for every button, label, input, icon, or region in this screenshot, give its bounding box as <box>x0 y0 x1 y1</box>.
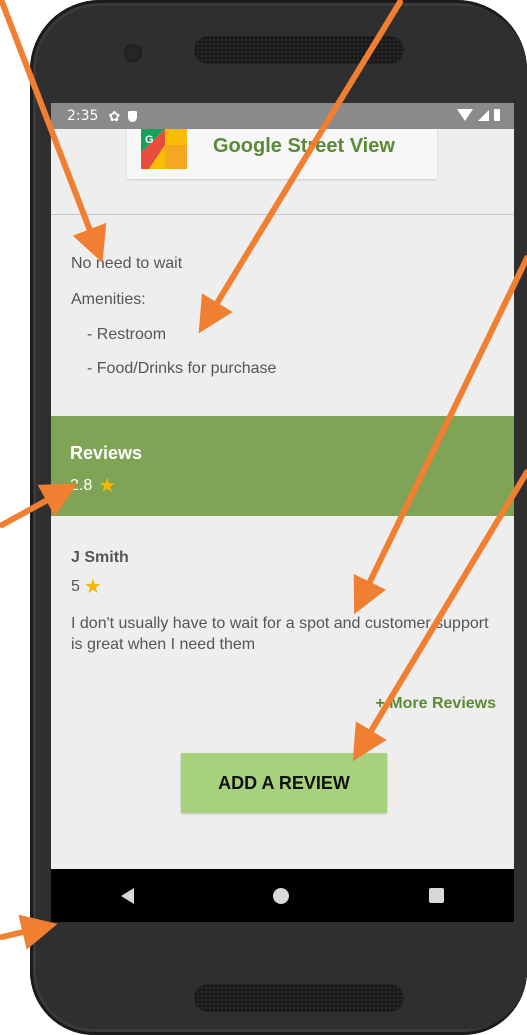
star-icon: ★ <box>98 475 117 497</box>
status-icons <box>457 109 500 121</box>
street-view-title: Google Street View <box>213 135 395 157</box>
section-divider <box>51 214 514 215</box>
status-bar: 2:35 ✿ <box>51 103 514 129</box>
battery-icon <box>494 109 500 121</box>
amenities-label: Amenities: <box>71 291 146 308</box>
wait-info: No need to wait <box>71 255 183 272</box>
status-time: 2:35 <box>67 108 99 124</box>
recent-apps-icon[interactable] <box>429 888 445 903</box>
front-camera <box>124 44 142 62</box>
review-author: J Smith <box>71 549 129 566</box>
bottom-speaker <box>194 984 404 1012</box>
add-review-button[interactable]: ADD A REVIEW <box>181 753 387 813</box>
street-view-card[interactable]: G Google Street View <box>127 129 437 179</box>
settings-gear-icon: ✿ <box>108 107 121 124</box>
phone-screen: 2:35 ✿ G Google Street View No need to w… <box>51 103 514 922</box>
wifi-icon <box>457 109 473 121</box>
star-icon: ★ <box>83 576 102 598</box>
review-score-value: 5 <box>71 578 80 595</box>
home-icon[interactable] <box>273 887 290 904</box>
more-reviews-link[interactable]: + More Reviews <box>376 695 497 713</box>
reviews-header: Reviews 2.8 ★ <box>51 416 514 516</box>
amenity-item: - Food/Drinks for purchase <box>87 360 277 377</box>
street-view-logo-icon: G <box>141 129 187 169</box>
svg-text:G: G <box>145 134 154 146</box>
shield-icon <box>128 110 138 122</box>
average-rating-value: 2.8 <box>70 477 93 494</box>
earpiece-speaker <box>194 36 404 64</box>
reviews-title: Reviews <box>70 443 143 463</box>
navigation-bar <box>51 869 514 922</box>
signal-icon <box>478 109 489 121</box>
review-text: I don't usually have to wait for a spot … <box>71 615 489 653</box>
amenity-item: - Restroom <box>87 326 167 343</box>
back-icon[interactable] <box>120 887 134 904</box>
average-rating: 2.8 ★ <box>70 476 116 496</box>
review-score: 5 ★ <box>71 577 102 597</box>
